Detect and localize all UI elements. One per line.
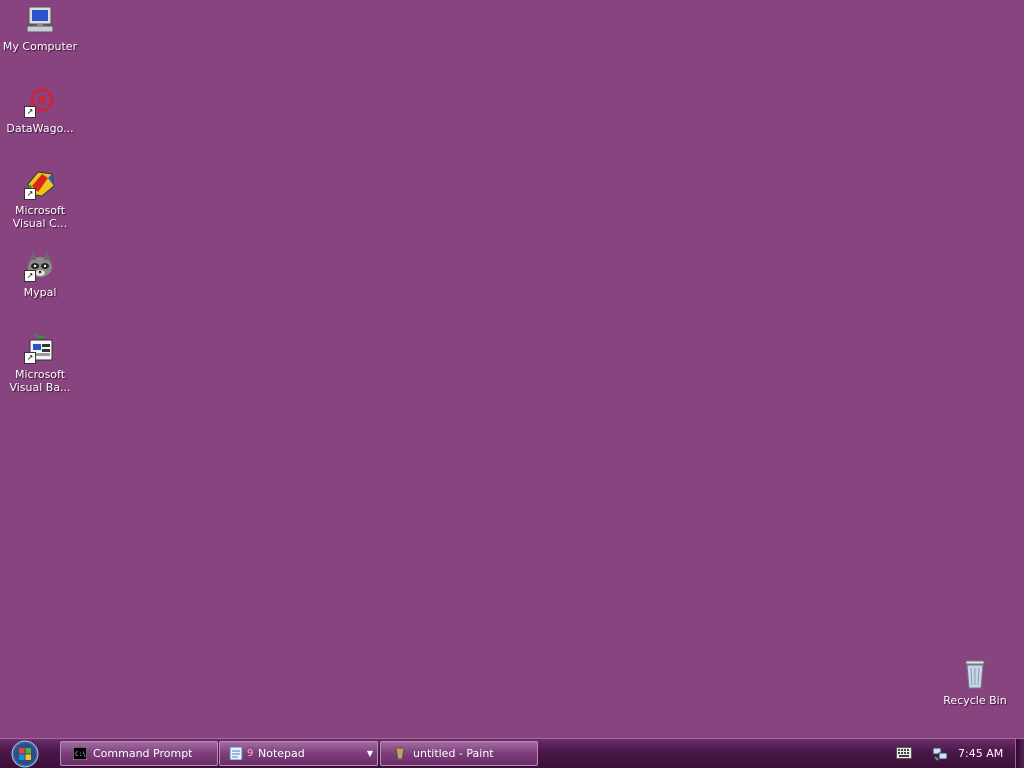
group-count-badge: 9 [247,748,254,759]
datawagon-icon: ↗ [24,86,56,118]
start-button[interactable] [6,739,44,768]
recycle-bin-icon [959,658,991,690]
desktop-icon-mypal[interactable]: ↗ Mypal [1,250,79,299]
network-icon[interactable] [932,745,948,761]
chevron-down-icon[interactable]: ▼ [367,742,373,765]
desktop-icon-label: Recycle Bin [943,694,1007,707]
svg-text:C:\: C:\ [75,751,86,758]
desktop-icon-label: Microsoft Visual Ba... [9,368,71,394]
desktop-icon-my-computer[interactable]: My Computer [1,4,79,53]
taskbar-button-command-prompt[interactable]: C:\ Command Prompt [60,741,218,766]
show-desktop-button[interactable] [1015,739,1024,768]
visual-c-icon: ↗ [24,168,56,200]
paint-icon [393,747,407,760]
shortcut-arrow-icon: ↗ [24,270,36,282]
shortcut-arrow-icon: ↗ [24,106,36,118]
desktop-icon-recycle-bin[interactable]: Recycle Bin [936,658,1014,707]
taskbar-button-label: Command Prompt [93,747,193,760]
taskbar-button-label: untitled - Paint [413,747,494,760]
desktop-icon-label: Mypal [23,286,57,299]
taskbar-button-notepad[interactable]: 9 Notepad ▼ [219,741,378,766]
shortcut-arrow-icon: ↗ [24,352,36,364]
raccoon-icon: ↗ [24,250,56,282]
desktop-icon-visual-c[interactable]: ↗ Microsoft Visual C... [1,168,79,230]
keyboard-icon[interactable] [896,747,912,759]
desktop-icon-datawagon[interactable]: ↗ DataWago... [1,86,79,135]
taskbar-button-label: Notepad [258,747,305,760]
shortcut-arrow-icon: ↗ [24,188,36,200]
clock[interactable]: 7:45 AM [958,739,1003,768]
desktop-icon-label: DataWago... [6,122,74,135]
desktop-icon-label: My Computer [2,40,78,53]
desktop-icon-label: Microsoft Visual C... [12,204,68,230]
desktop-icon-visual-basic[interactable]: ↗ Microsoft Visual Ba... [1,332,79,394]
taskbar-button-paint[interactable]: untitled - Paint [380,741,538,766]
system-tray: 7:45 AM [894,739,1024,768]
command-prompt-icon: C:\ [73,747,87,760]
windows-logo-icon [11,740,39,768]
taskbar: C:\ Command Prompt 9 Notepad ▼ untitled … [0,738,1024,768]
notepad-icon [229,747,243,760]
computer-icon [24,4,56,36]
visual-basic-icon: ↗ [24,332,56,364]
desktop: My Computer ↗ DataWago... ↗ Microsoft Vi… [0,0,1024,738]
